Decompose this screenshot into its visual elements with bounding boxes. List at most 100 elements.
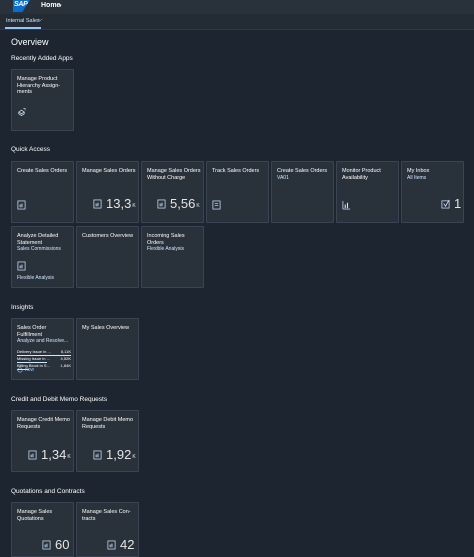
document-icon [17,200,26,210]
tile-analyze-detailed-statement[interactable]: Analyze Detailed Statement Sales Commiss… [11,226,74,288]
kpi-number: 5,56 [170,196,196,211]
tile-manage-sales-quotations[interactable]: Manage Sales Quotations 60 [11,502,74,557]
tile-my-sales-overview[interactable]: My Sales Overview [76,318,139,380]
chevron-down-icon[interactable]: ▾ [59,3,62,9]
tile-title: My Sales Overview [82,325,130,331]
section-title-insights: Insights [11,304,34,311]
kpi-unit: K [67,454,71,460]
tile-subtitle: All Items [407,174,427,181]
tile-sales-order-fulfillment[interactable]: Sales Order Fulfillment Analyze and Reso… [11,318,74,380]
document-icon [212,200,221,210]
issue-value: 1,84K [60,363,71,368]
document-icon [107,540,116,550]
kpi-value: 13,3 K [93,197,136,210]
tile-title: Manage Sales Orders Without Charge [147,168,201,181]
tile-manage-debit-memo-requests[interactable]: Manage Debit Memo Requests 1,92 K [76,410,139,472]
section-title-recent: Recently Added Apps [11,55,73,62]
document-icon [17,261,26,271]
kpi-value: 5,56 K [157,197,200,210]
tile-title-text: My Inbox [407,168,430,174]
list-item[interactable]: Missing Issue in ... 4,52K [17,356,71,363]
tile-title: Sales Order Fulfillment Analyze and Reso… [17,325,72,344]
tile-create-sales-orders[interactable]: Create Sales Orders [11,161,74,223]
kpi-value: 1,92 K [93,448,136,461]
kpi-value: 1 [441,197,461,210]
document-icon [157,199,166,209]
hierarchy-icon [18,108,26,117]
document-icon [42,540,51,550]
shell-bar: SAP Home ▾ [0,0,474,14]
tile-monitor-product-availability[interactable]: Monitor Product Availability [336,161,399,223]
active-tab-indicator [5,27,41,29]
tile-manage-credit-memo-requests[interactable]: Manage Credit Memo Requests 1,34 K [11,410,74,472]
tile-title: Customers Overview [82,233,134,239]
refresh-icon [17,367,23,373]
kpi-value: 60 [42,538,69,551]
section-title-credit: Credit and Debit Memo Requests [11,396,108,403]
refresh-time: now [25,367,35,373]
tile-title: Manage Sales Orders [82,168,136,174]
checkbox-icon [441,199,450,209]
tile-title: Manage Credit Memo Requests [17,417,70,430]
tile-title-text: Incoming Sales Orders [147,233,185,246]
home-menu-button[interactable]: Home [41,2,60,9]
list-item[interactable]: Delivery Issue in ... 8,11K [17,349,71,356]
tile-footer: Flexible Analysis [17,275,54,281]
kpi-value: 42 [107,538,134,551]
chevron-down-icon[interactable]: ⌵ [38,17,43,24]
page-title: Overview [11,37,49,47]
logo-text: SAP [14,1,28,8]
kpi-number: 42 [120,537,135,552]
tile-footer: now [17,367,34,373]
tile-title: Create Sales Orders VA01 [277,168,332,181]
tile-title: Manage Debit Memo Requests [82,417,134,430]
kpi-number: 1,34 [41,447,67,462]
tile-title-text: Sales Order Fulfillment [17,325,47,338]
tile-title-text: Analyze Detailed Statement [17,233,59,246]
kpi-value: 1,34 K [28,448,71,461]
section-title-quotations: Quotations and Contracts [11,488,85,495]
tile-title: Manage Sales Quotations [17,509,53,522]
kpi-number: 60 [55,537,70,552]
tile-manage-product-hierarchy[interactable]: Manage Product Hierarchy Assign-ments [11,69,74,131]
space-tab-bar: Internal Sales ⌵ [0,14,474,30]
tile-title: Manage Product Hierarchy Assign-ments [17,76,61,95]
tile-track-sales-orders[interactable]: Track Sales Orders [206,161,269,223]
tile-my-inbox[interactable]: My Inbox All Items 1 [401,161,464,223]
tab-internal-sales[interactable]: Internal Sales [6,18,40,24]
tile-subtitle: Flexible Analysis [147,246,184,252]
sap-logo[interactable]: SAP [13,0,30,12]
kpi-number: 1 [454,196,462,211]
kpi-unit: K [132,203,136,209]
section-title-quick: Quick Access [11,146,51,153]
tile-title-text: Create Sales Orders [277,168,328,174]
kpi-unit: K [196,203,200,209]
document-icon [93,199,102,209]
tile-title: Incoming Sales Orders Flexible Analysis [147,233,202,252]
tile-title: Create Sales Orders [17,168,68,174]
tile-manage-sales-orders-without-charge[interactable]: Manage Sales Orders Without Charge 5,56 … [141,161,204,223]
tile-manage-sales-contracts[interactable]: Manage Sales Con-tracts 42 [76,502,139,557]
issue-value: 8,11K [60,349,71,354]
kpi-number: 1,92 [106,447,132,462]
tile-title: Track Sales Orders [212,168,260,174]
issue-label: Delivery Issue in ... [17,349,51,354]
chart-icon [342,200,351,210]
issue-label: Missing Issue in ... [17,356,50,361]
tile-customers-overview[interactable]: Customers Overview [76,226,139,288]
tile-title: Analyze Detailed Statement Sales Commiss… [17,233,72,252]
tile-title: Manage Sales Con-tracts [82,509,131,522]
tile-subtitle: VA01 [277,174,289,181]
kpi-number: 13,3 [106,196,132,211]
tile-title: My Inbox All Items [407,168,462,181]
tile-subtitle: Sales Commissions [17,246,61,252]
tile-incoming-sales-orders[interactable]: Incoming Sales Orders Flexible Analysis [141,226,204,288]
tile-title: Monitor Product Availability [342,168,381,181]
document-icon [93,450,102,460]
tile-subtitle: Analyze and Resolve... [17,338,69,344]
tile-create-sales-orders-va01[interactable]: Create Sales Orders VA01 [271,161,334,223]
tile-manage-sales-orders[interactable]: Manage Sales Orders 13,3 K [76,161,139,223]
issue-value: 4,52K [60,356,71,361]
kpi-unit: K [132,454,136,460]
document-icon [28,450,37,460]
